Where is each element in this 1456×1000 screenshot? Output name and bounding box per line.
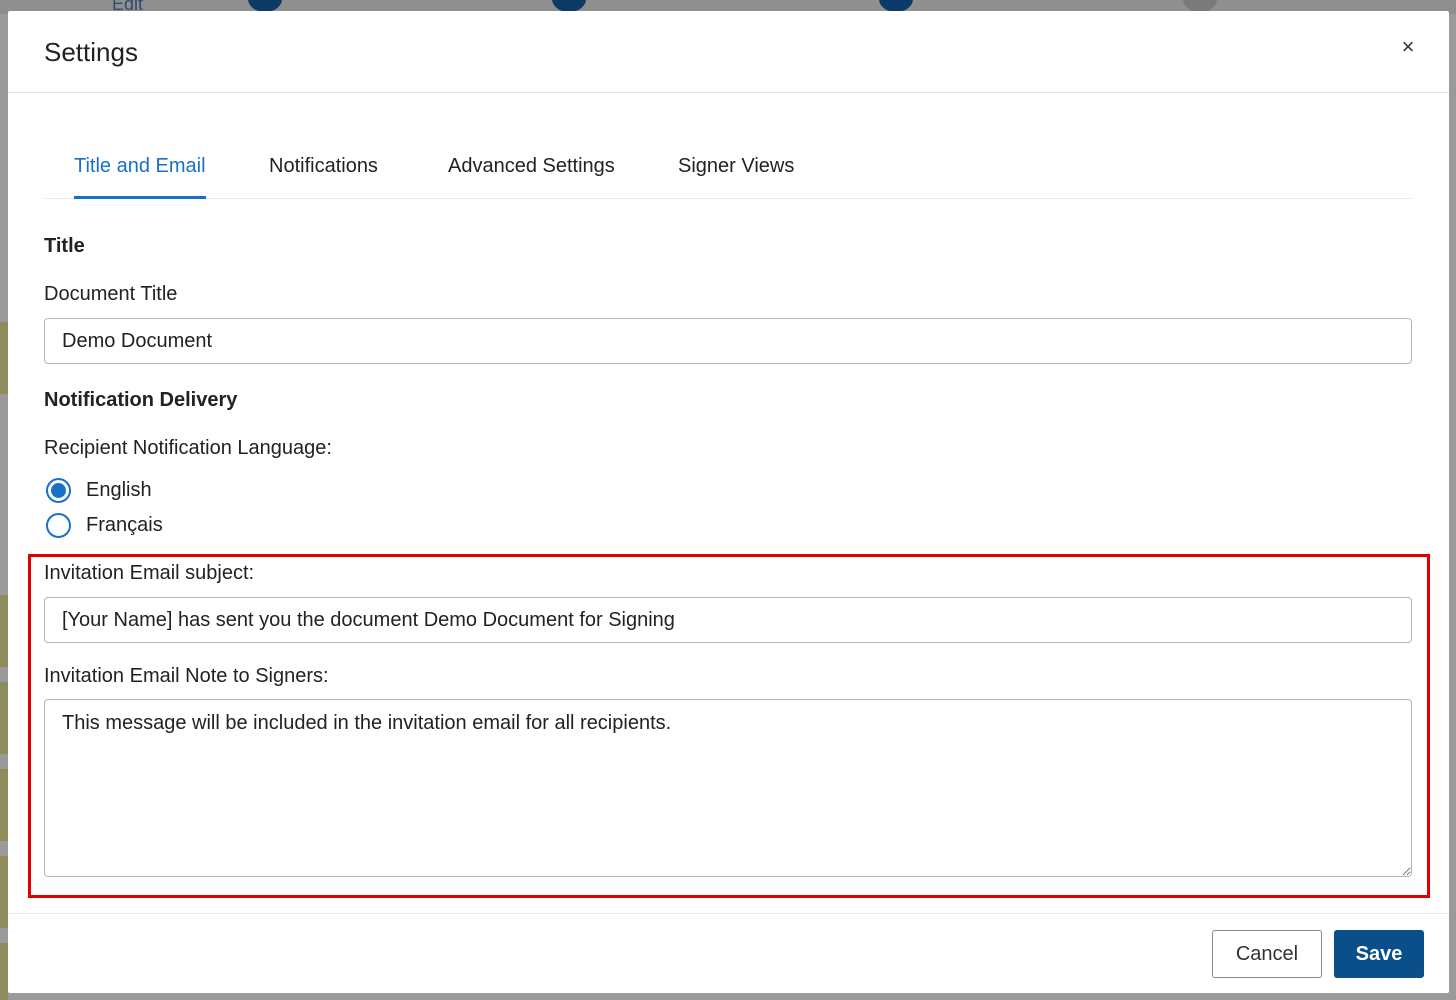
settings-dialog: Settings × Title and Email Notifications…	[8, 11, 1449, 993]
language-option-francais[interactable]: Français	[46, 511, 163, 539]
email-note-textarea[interactable]: This message will be included in the inv…	[44, 699, 1412, 877]
background-side-block	[0, 322, 8, 394]
background-side-block	[0, 856, 8, 928]
language-option-english[interactable]: English	[46, 476, 152, 504]
background-side-block	[0, 595, 8, 667]
close-icon[interactable]: ×	[1396, 35, 1420, 59]
title-section-heading: Title	[44, 235, 85, 257]
background-side-block	[0, 682, 8, 754]
notification-delivery-heading: Notification Delivery	[44, 389, 238, 411]
tab-title-and-email[interactable]: Title and Email	[74, 155, 206, 199]
radio-selected-icon[interactable]	[46, 477, 71, 503]
background-side-block	[0, 769, 8, 841]
email-subject-input[interactable]	[44, 597, 1412, 643]
email-note-label: Invitation Email Note to Signers:	[44, 665, 329, 687]
dialog-title: Settings	[44, 37, 138, 67]
settings-tabs: Title and Email Notifications Advanced S…	[44, 137, 1412, 199]
notification-language-label: Recipient Notification Language:	[44, 437, 332, 459]
save-button[interactable]: Save	[1334, 930, 1424, 978]
dialog-footer: Cancel Save	[8, 913, 1449, 993]
radio-unselected-icon[interactable]	[46, 512, 71, 538]
dialog-header: Settings ×	[8, 11, 1449, 93]
email-subject-label: Invitation Email subject:	[44, 562, 255, 584]
language-option-label: English	[86, 478, 152, 501]
language-option-label: Français	[86, 513, 163, 536]
tab-advanced-settings[interactable]: Advanced Settings	[448, 155, 615, 199]
background-side-block	[0, 943, 8, 1000]
document-title-label: Document Title	[44, 283, 178, 305]
tab-notifications[interactable]: Notifications	[269, 155, 378, 199]
document-title-input[interactable]	[44, 318, 1412, 364]
cancel-button[interactable]: Cancel	[1212, 930, 1322, 978]
tab-signer-views[interactable]: Signer Views	[678, 155, 794, 199]
